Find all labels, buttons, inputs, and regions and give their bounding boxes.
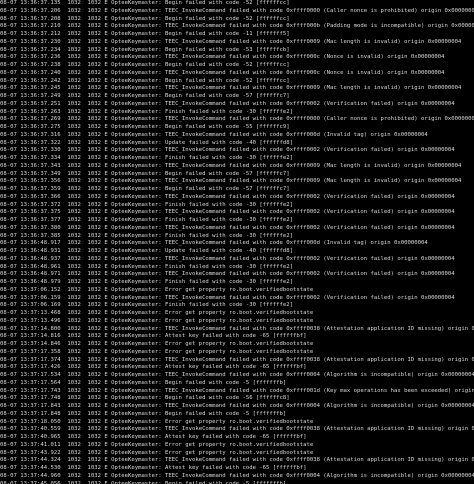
log-line: 08-07 13:37:44.960 1032 1032 E OpteeKeym…	[0, 472, 474, 479]
log-line: 08-07 13:36:48.971 1032 1032 E OpteeKeym…	[0, 271, 455, 278]
log-line: 08-07 13:36:37.249 1032 1032 E OpteeKeym…	[0, 93, 290, 99]
log-line: 08-07 13:37:44.530 1032 1032 E OpteeKeym…	[0, 465, 307, 471]
log-line: 08-07 13:36:48.961 1032 1032 E OpteeKeym…	[0, 263, 293, 270]
terminal-window[interactable]: 08-07 13:36:37.135 1032 1032 E OpteeKeym…	[0, 0, 474, 484]
log-line: 08-07 13:36:37.385 1032 1032 E OpteeKeym…	[0, 232, 293, 239]
log-line: 08-07 13:37:17.374 1032 1032 E OpteeKeym…	[0, 356, 474, 363]
log-line: 08-07 13:37:41.011 1032 1032 E OpteeKeym…	[0, 441, 314, 448]
log-line: 08-07 13:36:37.263 1032 1032 E OpteeKeym…	[0, 108, 293, 115]
log-line: 08-07 13:36:37.242 1032 1032 E OpteeKeym…	[0, 77, 290, 84]
log-line: 08-07 13:37:40.559 1032 1032 E OpteeKeym…	[0, 426, 474, 433]
log-line: 08-07 13:36:37.359 1032 1032 E OpteeKeym…	[0, 186, 290, 192]
log-line: 08-07 13:36:37.275 1032 1032 E OpteeKeym…	[0, 124, 290, 130]
log-line: 08-07 13:37:13.496 1032 1032 E OpteeKeym…	[0, 317, 314, 324]
log-line: 08-07 13:37:17.426 1032 1032 E OpteeKeym…	[0, 364, 307, 371]
log-line: 08-07 13:37:06.159 1032 1032 E OpteeKeym…	[0, 294, 455, 301]
log-line: 08-07 13:37:17.843 1032 1032 E OpteeKeym…	[0, 403, 474, 409]
log-line: 08-07 13:37:17.848 1032 1032 E OpteeKeym…	[0, 410, 287, 417]
log-line: 08-07 13:36:37.230 1032 1032 E OpteeKeym…	[0, 38, 462, 45]
log-line: 08-07 13:37:06.152 1032 1032 E OpteeKeym…	[0, 286, 314, 293]
log-line: 08-07 13:36:48.937 1032 1032 E OpteeKeym…	[0, 255, 455, 262]
log-line: 08-07 13:37:14.816 1032 1032 E OpteeKeym…	[0, 333, 307, 340]
log-line: 08-07 13:36:37.322 1032 1032 E OpteeKeym…	[0, 139, 293, 146]
log-line: 08-07 13:37:17.748 1032 1032 E OpteeKeym…	[0, 395, 290, 402]
log-line: 08-07 13:37:17.564 1032 1032 E OpteeKeym…	[0, 379, 287, 386]
log-line: 08-07 13:36:48.979 1032 1032 E OpteeKeym…	[0, 279, 293, 285]
log-line: 08-07 13:36:37.372 1032 1032 E OpteeKeym…	[0, 201, 293, 208]
log-line: 08-07 13:36:37.240 1032 1032 E OpteeKeym…	[0, 69, 445, 76]
log-line: 08-07 13:36:37.206 1032 1032 E OpteeKeym…	[0, 7, 474, 14]
log-line: 08-07 13:36:37.349 1032 1032 E OpteeKeym…	[0, 170, 290, 177]
log-output: 08-07 13:36:37.135 1032 1032 E OpteeKeym…	[0, 0, 474, 484]
log-line: 08-07 13:36:37.210 1032 1032 E OpteeKeym…	[0, 23, 474, 30]
log-line: 08-07 13:36:37.377 1032 1032 E OpteeKeym…	[0, 217, 293, 223]
log-line: 08-07 13:37:17.743 1032 1032 E OpteeKeym…	[0, 387, 474, 394]
log-line: 08-07 13:37:17.358 1032 1032 E OpteeKeym…	[0, 348, 314, 355]
log-line: 08-07 13:37:14.800 1032 1032 E OpteeKeym…	[0, 325, 474, 332]
log-line: 08-07 13:36:37.380 1032 1032 E OpteeKeym…	[0, 224, 455, 231]
log-line: 08-07 13:36:37.238 1032 1032 E OpteeKeym…	[0, 62, 290, 68]
log-line: 08-07 13:36:37.234 1032 1032 E OpteeKeym…	[0, 46, 290, 53]
log-line: 08-07 13:37:18.050 1032 1032 E OpteeKeym…	[0, 418, 314, 425]
log-line: 08-07 13:36:37.236 1032 1032 E OpteeKeym…	[0, 54, 445, 61]
log-line: 08-07 13:36:37.212 1032 1032 E OpteeKeym…	[0, 31, 290, 37]
log-line: 08-07 13:36:37.334 1032 1032 E OpteeKeym…	[0, 155, 293, 161]
log-line: 08-07 13:36:48.917 1032 1032 E OpteeKeym…	[0, 240, 428, 247]
log-line: 08-07 13:37:06.169 1032 1032 E OpteeKeym…	[0, 302, 293, 309]
log-line: 08-07 13:37:14.846 1032 1032 E OpteeKeym…	[0, 341, 314, 347]
log-line: 08-07 13:36:37.375 1032 1032 E OpteeKeym…	[0, 209, 455, 216]
log-line: 08-07 13:36:37.208 1032 1032 E OpteeKeym…	[0, 15, 290, 22]
log-line: 08-07 13:36:37.343 1032 1032 E OpteeKeym…	[0, 162, 462, 169]
log-line: 08-07 13:37:17.534 1032 1032 E OpteeKeym…	[0, 372, 474, 378]
log-line: 08-07 13:36:37.269 1032 1032 E OpteeKeym…	[0, 116, 474, 123]
log-line: 08-07 13:37:40.965 1032 1032 E OpteeKeym…	[0, 434, 307, 440]
log-line: 08-07 13:36:37.135 1032 1032 E OpteeKeym…	[0, 0, 290, 6]
log-line: 08-07 13:36:37.245 1032 1032 E OpteeKeym…	[0, 85, 462, 92]
log-line: 08-07 13:36:37.251 1032 1032 E OpteeKeym…	[0, 100, 455, 107]
log-line: 08-07 13:37:13.468 1032 1032 E OpteeKeym…	[0, 310, 314, 316]
log-line: 08-07 13:37:44.324 1032 1032 E OpteeKeym…	[0, 457, 474, 464]
log-line: 08-07 13:36:37.356 1032 1032 E OpteeKeym…	[0, 178, 462, 185]
log-line: 08-07 13:37:45.056 1032 1032 E OpteeKeym…	[0, 480, 287, 484]
log-line: 08-07 13:36:48.931 1032 1032 E OpteeKeym…	[0, 248, 293, 254]
log-line: 08-07 13:36:37.330 1032 1032 E OpteeKeym…	[0, 147, 455, 154]
log-line: 08-07 13:36:37.366 1032 1032 E OpteeKeym…	[0, 193, 455, 200]
log-line: 08-07 13:37:43.922 1032 1032 E OpteeKeym…	[0, 449, 314, 456]
log-line: 08-07 13:36:37.316 1032 1032 E OpteeKeym…	[0, 131, 428, 138]
